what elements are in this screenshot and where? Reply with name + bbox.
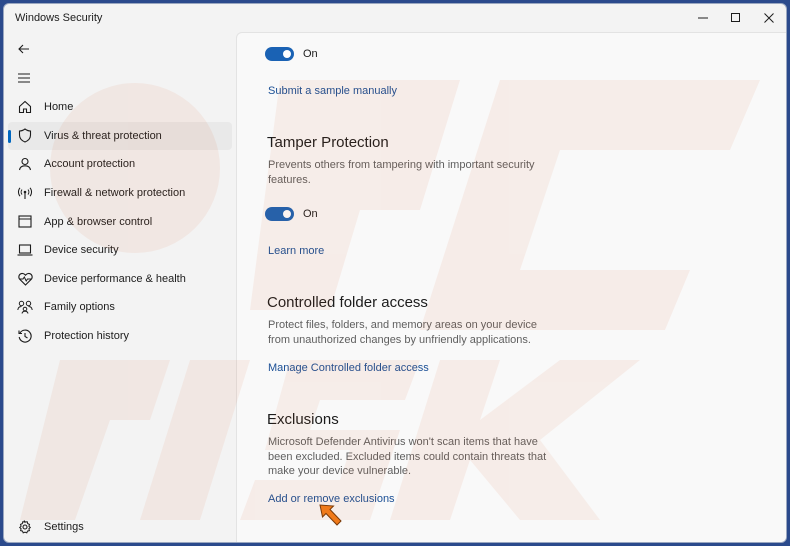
sidebar-item-label: Family options	[44, 301, 115, 314]
sidebar-item-family-options[interactable]: Family options	[8, 293, 232, 322]
window-title: Windows Security	[15, 12, 103, 24]
app-window-icon	[17, 214, 33, 230]
toggle-state-label: On	[303, 48, 318, 60]
sidebar-item-device-security[interactable]: Device security	[8, 236, 232, 265]
family-icon	[17, 299, 33, 315]
sidebar-item-label: Home	[44, 101, 74, 114]
settings-label: Settings	[44, 521, 84, 533]
app-window: Windows Security Home Virus & threat pro…	[3, 3, 787, 543]
shield-icon	[17, 128, 33, 144]
learn-more-link[interactable]: Learn more	[268, 245, 324, 257]
minimize-button[interactable]	[686, 4, 720, 32]
tamper-protection-toggle[interactable]	[265, 207, 294, 221]
close-icon	[764, 13, 774, 23]
back-arrow-icon	[18, 44, 29, 54]
realtime-protection-toggle[interactable]	[265, 47, 294, 61]
sidebar-item-firewall-network-protection[interactable]: Firewall & network protection	[8, 179, 232, 208]
exclusions-title: Exclusions	[267, 411, 339, 428]
sidebar-nav: Home Virus & threat protection Account p…	[4, 93, 236, 350]
maximize-button[interactable]	[719, 4, 753, 32]
sidebar-item-label: Firewall & network protection	[44, 187, 186, 200]
minimize-icon	[698, 17, 708, 19]
sidebar-item-app-browser-control[interactable]: App & browser control	[8, 207, 232, 236]
controlled-folder-description: Protect files, folders, and memory areas…	[268, 319, 538, 346]
sidebar-item-virus-threat-protection[interactable]: Virus & threat protection	[8, 121, 232, 151]
sidebar-item-device-performance-health[interactable]: Device performance & health	[8, 265, 232, 294]
sidebar-item-label: App & browser control	[44, 215, 153, 228]
sidebar-item-protection-history[interactable]: Protection history	[8, 322, 232, 351]
realtime-toggle-row: On	[265, 47, 318, 61]
sidebar-item-account-protection[interactable]: Account protection	[8, 150, 232, 179]
controlled-folder-title: Controlled folder access	[267, 294, 428, 311]
home-icon	[17, 99, 33, 115]
hamburger-icon	[18, 73, 30, 83]
close-button[interactable]	[752, 4, 786, 32]
gear-icon	[17, 519, 33, 535]
tamper-toggle-row: On	[265, 207, 318, 221]
sidebar-item-label: Device performance & health	[44, 272, 186, 285]
sidebar-item-label: Protection history	[44, 330, 129, 343]
sidebar: Home Virus & threat protection Account p…	[4, 32, 236, 542]
sidebar-item-label: Virus & threat protection	[44, 129, 162, 142]
pointer-arrow-icon	[319, 504, 342, 526]
submit-sample-link[interactable]: Submit a sample manually	[268, 85, 397, 97]
exclusions-description: Microsoft Defender Antivirus won't scan …	[268, 436, 547, 478]
sidebar-item-label: Device security	[44, 244, 119, 257]
laptop-icon	[17, 242, 33, 258]
tamper-protection-description: Prevents others from tampering with impo…	[268, 159, 535, 186]
title-bar: Windows Security	[4, 4, 786, 32]
maximize-icon	[731, 13, 740, 22]
back-button[interactable]	[14, 40, 34, 58]
sidebar-item-label: Account protection	[44, 158, 136, 171]
sidebar-item-settings[interactable]: Settings	[8, 513, 232, 541]
history-icon	[17, 328, 33, 344]
antenna-icon	[17, 185, 33, 201]
menu-button[interactable]	[14, 69, 34, 87]
sidebar-item-home[interactable]: Home	[8, 93, 232, 122]
tamper-protection-title: Tamper Protection	[267, 134, 389, 151]
main-content: On Submit a sample manually Tamper Prote…	[236, 32, 786, 542]
person-icon	[17, 156, 33, 172]
toggle-state-label: On	[303, 208, 318, 220]
heart-pulse-icon	[17, 271, 33, 287]
manage-controlled-folder-link[interactable]: Manage Controlled folder access	[268, 362, 429, 374]
